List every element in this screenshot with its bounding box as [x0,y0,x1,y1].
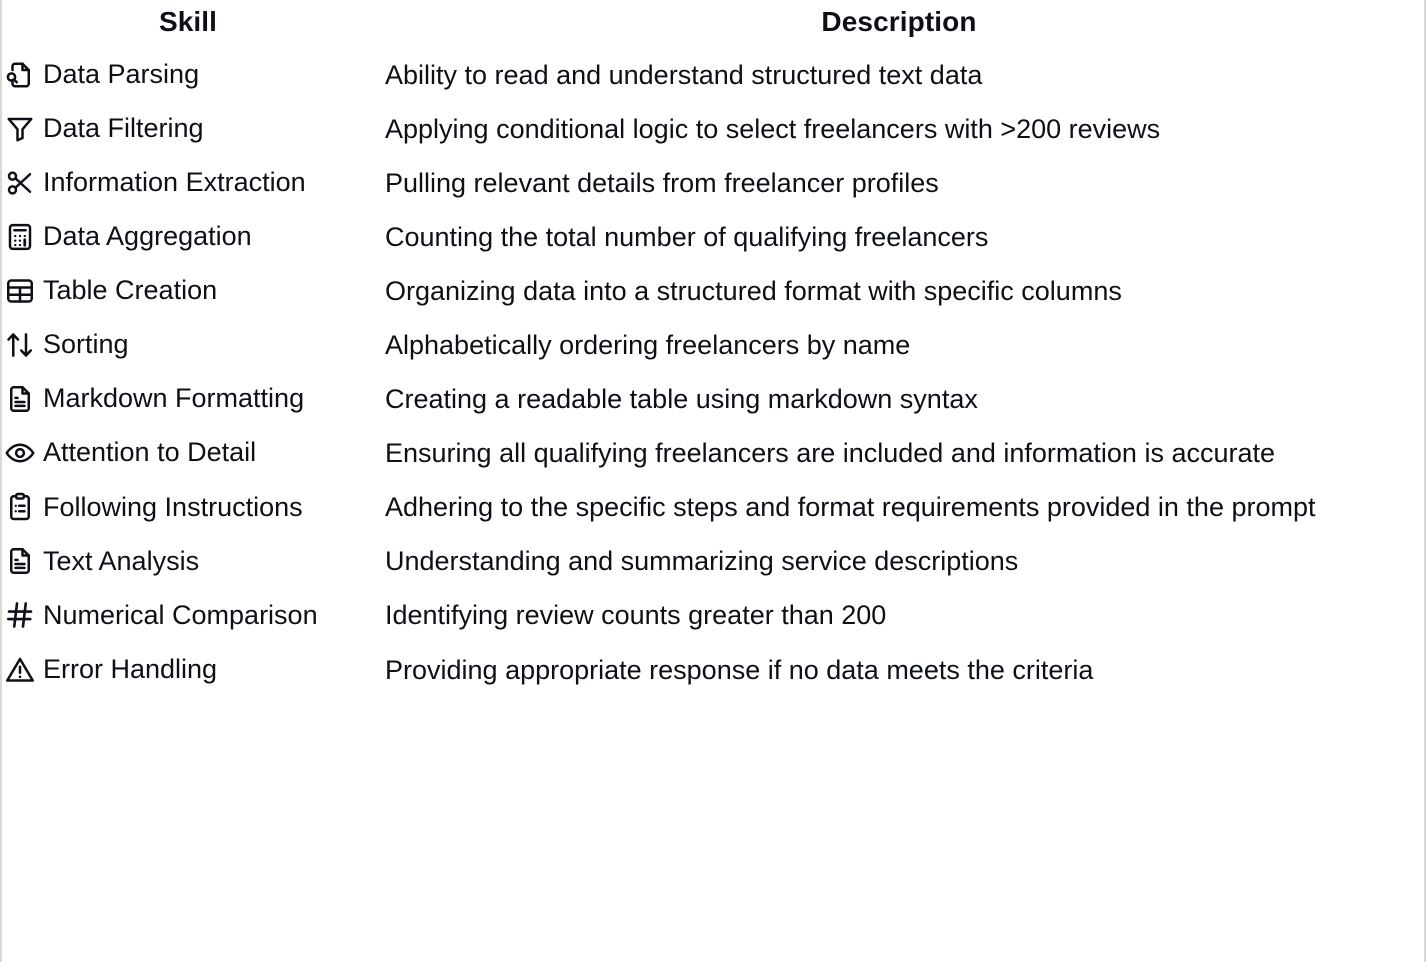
eye-icon [4,437,36,469]
description-text: Providing appropriate response if no dat… [385,654,1094,685]
table-grid-icon [4,275,36,307]
skill-cell-content: Information Extraction [4,161,364,205]
table-row: Following Instructions Adhering to the sp… [2,480,1424,534]
table-row: Numerical Comparison Identifying review c… [2,588,1424,642]
table-header-row: Skill Description [2,6,1424,48]
description-text: Creating a readable table using markdown… [385,384,978,415]
description-text: Identifying review counts greater than 2… [385,600,887,631]
description-cell: Alphabetically ordering freelancers by n… [374,318,1424,372]
description-cell: Counting the total number of qualifying … [374,210,1424,264]
skill-label: Data Parsing [43,59,200,90]
skill-label: Error Handling [43,653,218,684]
table-row: Markdown Formatting Creating a readable t… [2,372,1424,426]
skill-label: Table Creation [43,275,218,306]
skill-label: Data Aggregation [43,221,252,252]
table-header: Skill Description [2,6,1424,48]
column-header-skill: Skill [158,6,218,37]
table-row: Data Aggregation Counting the total numbe… [2,210,1424,264]
skill-cell: Table Creation [2,264,374,318]
column-header-description: Description [821,6,977,37]
skill-cell-content: Data Parsing [4,53,364,97]
document-lines-icon [4,383,36,415]
skill-cell: Markdown Formatting [2,372,374,426]
description-cell: Understanding and summarizing service de… [374,534,1424,588]
description-cell: Pulling relevant details from freelancer… [374,156,1424,210]
skill-cell-content: Sorting [4,323,364,367]
skill-label: Following Instructions [43,491,303,522]
table-body: Data Parsing Ability to read and understa… [2,48,1424,697]
table-row: Data Parsing Ability to read and understa… [2,48,1424,102]
skill-cell-content: Data Filtering [4,107,364,151]
description-text: Understanding and summarizing service de… [385,546,1019,577]
skill-cell-content: Error Handling [4,648,364,692]
table-row: Data Filtering Applying conditional logic… [2,102,1424,156]
description-cell: Ability to read and understand structure… [374,48,1424,102]
description-text: Adhering to the specific steps and forma… [385,492,1316,523]
description-cell: Adhering to the specific steps and forma… [374,480,1424,534]
clipped-previous-row [2,0,1424,2]
table-row: Error Handling Providing appropriate resp… [2,643,1424,697]
skill-cell-content: Text Analysis [4,540,364,584]
table-row: Text Analysis Understanding and summarizi… [2,534,1424,588]
clipboard-list-icon [4,491,36,523]
skill-cell: Data Aggregation [2,210,374,264]
description-cell: Ensuring all qualifying freelancers are … [374,426,1424,480]
hash-icon [4,599,36,631]
skill-label: Numerical Comparison [43,599,318,630]
sort-arrows-icon [4,329,36,361]
skill-cell-content: Following Instructions [4,486,364,530]
skill-label: Text Analysis [43,545,200,576]
skill-cell-content: Data Aggregation [4,215,364,259]
skill-cell-content: Numerical Comparison [4,594,364,638]
description-cell: Creating a readable table using markdown… [374,372,1424,426]
skill-cell: Data Filtering [2,102,374,156]
description-cell: Identifying review counts greater than 2… [374,588,1424,642]
table-row: Sorting Alphabetically ordering freelance… [2,318,1424,372]
skill-cell: Following Instructions [2,480,374,534]
description-cell: Providing appropriate response if no dat… [374,643,1424,697]
description-cell: Applying conditional logic to select fre… [374,102,1424,156]
skill-cell-content: Markdown Formatting [4,377,364,421]
description-text: Organizing data into a structured format… [385,276,1122,307]
skill-cell: Numerical Comparison [2,588,374,642]
skill-label: Attention to Detail [43,437,257,468]
table-row: Table Creation Organizing data into a str… [2,264,1424,318]
skill-cell: Attention to Detail [2,426,374,480]
warning-triangle-icon [4,654,36,686]
skill-label: Information Extraction [43,167,306,198]
skill-label: Markdown Formatting [43,383,305,414]
description-text: Counting the total number of qualifying … [385,222,989,253]
file-search-icon [4,59,36,91]
skill-cell: Information Extraction [2,156,374,210]
skill-cell: Text Analysis [2,534,374,588]
table-row: Information Extraction Pulling relevant d… [2,156,1424,210]
skill-cell-content: Table Creation [4,269,364,313]
description-text: Alphabetically ordering freelancers by n… [385,330,911,361]
skill-description-table-page: Skill Description Data Parsing Ability to… [0,0,1426,962]
funnel-filter-icon [4,113,36,145]
description-text: Applying conditional logic to select fre… [385,114,1161,145]
calculator-icon [4,221,36,253]
document-lines-icon [4,545,36,577]
skill-cell-content: Attention to Detail [4,431,364,475]
description-text: Pulling relevant details from freelancer… [385,168,939,199]
skills-table: Skill Description Data Parsing Ability to… [2,6,1424,697]
skill-label: Data Filtering [43,113,204,144]
description-cell: Organizing data into a structured format… [374,264,1424,318]
skill-cell: Sorting [2,318,374,372]
description-text: Ability to read and understand structure… [385,60,983,90]
skill-label: Sorting [43,329,129,360]
description-text: Ensuring all qualifying freelancers are … [385,438,1275,469]
skill-cell: Error Handling [2,643,374,697]
table-row: Attention to Detail Ensuring all qualifyi… [2,426,1424,480]
skill-cell: Data Parsing [2,48,374,102]
scissors-icon [4,167,36,199]
